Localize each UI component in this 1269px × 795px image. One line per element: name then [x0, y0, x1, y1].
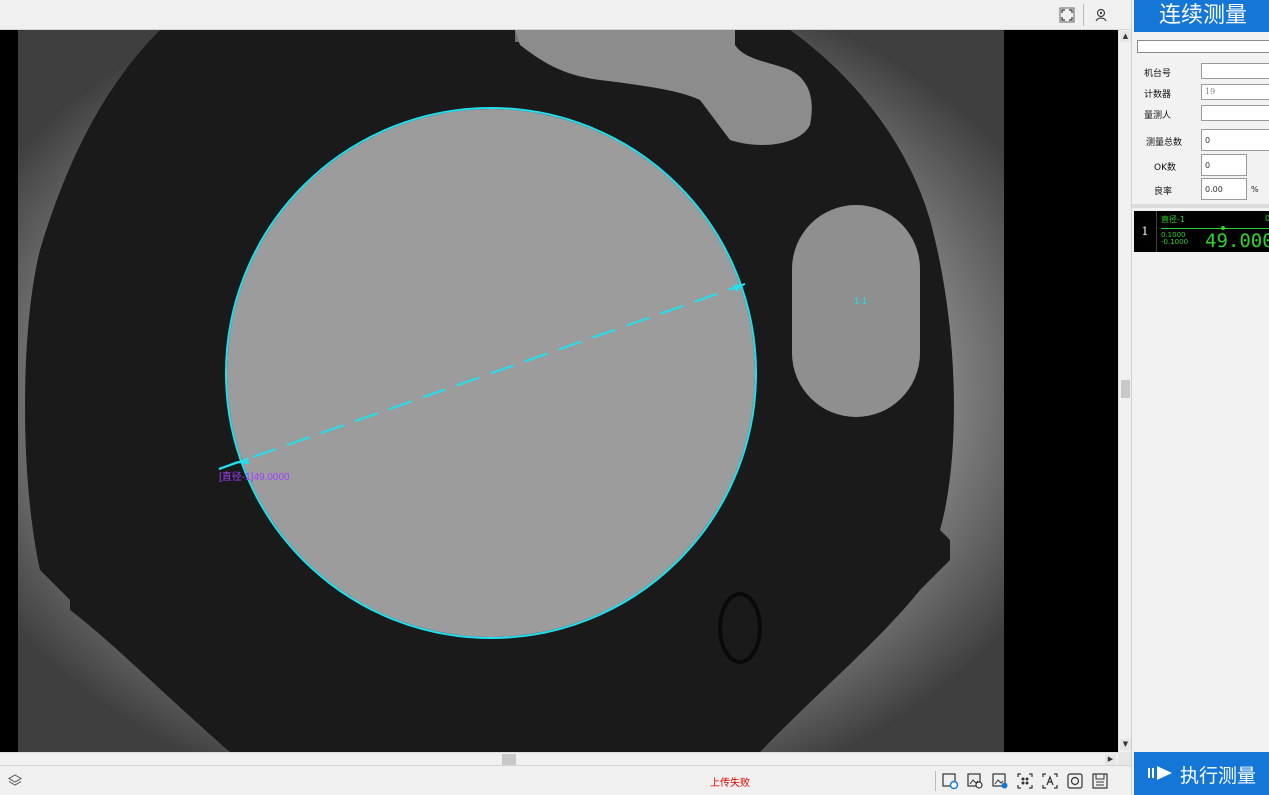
- machine-input[interactable]: [1201, 63, 1269, 79]
- result-name: 直径-1: [1161, 215, 1185, 224]
- image-settings-icon[interactable]: [991, 772, 1009, 790]
- top-input-field[interactable]: [1137, 40, 1269, 53]
- right-panel: 连续测量 机台号 计数器 19 量测人 测量总数 0 OK数 0 良率 0.00…: [1131, 0, 1269, 795]
- zoom-image-icon[interactable]: [966, 772, 984, 790]
- form-row-total: 测量总数 0: [1132, 128, 1269, 152]
- result-item[interactable]: 1 直径-1 0 0.1000 -0.1000 49.000: [1134, 211, 1269, 252]
- scroll-down-icon[interactable]: ▼: [1120, 739, 1131, 750]
- roi-label[interactable]: 1-1: [854, 296, 867, 306]
- ok-input[interactable]: 0: [1201, 154, 1247, 176]
- status-separator: [935, 771, 936, 791]
- form-row-operator: 量测人: [1132, 104, 1269, 124]
- ok-label: OK数: [1154, 163, 1176, 173]
- vertical-scroll-thumb[interactable]: [1121, 380, 1130, 398]
- result-flag: 0: [1265, 214, 1269, 223]
- operator-label: 量测人: [1144, 111, 1172, 121]
- vertical-scrollbar[interactable]: ▲ ▼: [1118, 30, 1131, 752]
- counter-label: 计数器: [1144, 90, 1172, 100]
- save-icon[interactable]: [1091, 772, 1109, 790]
- form-row-ok: OK数 0: [1132, 153, 1269, 177]
- pin-icon[interactable]: [1091, 5, 1111, 25]
- status-bar: 上传失败: [0, 765, 1131, 795]
- panel-divider: [1132, 204, 1269, 208]
- text-recognize-icon[interactable]: [1041, 772, 1059, 790]
- app-window: [直径-1]49.0000 1-1 ▲ ▼ ▶ 上传失败 连续测量 机台号 计数…: [0, 0, 1269, 795]
- grid-icon[interactable]: [1016, 772, 1034, 790]
- operator-input[interactable]: [1201, 105, 1269, 121]
- fullscreen-icon[interactable]: [1057, 5, 1077, 25]
- play-icon: [1148, 766, 1172, 780]
- horizontal-scrollbar[interactable]: ▶: [0, 752, 1118, 765]
- layers-icon[interactable]: [7, 773, 23, 789]
- camera-icon[interactable]: [1066, 772, 1084, 790]
- machine-label: 机台号: [1144, 69, 1172, 79]
- horizontal-scroll-thumb[interactable]: [502, 754, 516, 765]
- total-label: 测量总数: [1146, 138, 1183, 148]
- image-viewer[interactable]: [直径-1]49.0000 1-1: [0, 30, 1118, 752]
- form-row-yield: 良率 0.00: [1132, 177, 1269, 201]
- run-measure-button[interactable]: 执行测量: [1134, 752, 1269, 795]
- measure-label[interactable]: [直径-1]49.0000: [219, 470, 290, 483]
- panel-title: 连续测量: [1134, 0, 1269, 32]
- result-lower-tolerance: -0.1000: [1161, 238, 1189, 246]
- yield-label: 良率: [1154, 187, 1173, 197]
- form-row-counter: 计数器 19: [1132, 83, 1269, 103]
- toolbar-separator: [1083, 4, 1084, 26]
- counter-input[interactable]: 19: [1201, 84, 1269, 100]
- run-measure-label: 执行测量: [1180, 765, 1257, 787]
- status-message: 上传失败: [710, 778, 750, 789]
- scroll-corner: [1118, 752, 1131, 765]
- scroll-up-icon[interactable]: ▲: [1120, 31, 1131, 42]
- total-input[interactable]: 0: [1201, 129, 1269, 151]
- slot-hole: [792, 205, 920, 417]
- top-toolbar: [0, 0, 1131, 30]
- form-row-machine: 机台号: [1132, 62, 1269, 82]
- percent-unit: %: [1251, 185, 1259, 194]
- result-tolerance-bar: [1161, 228, 1269, 229]
- result-value: 49.000: [1205, 230, 1269, 252]
- result-index: 1: [1134, 211, 1157, 252]
- roi-icon[interactable]: [941, 772, 959, 790]
- scroll-right-icon[interactable]: ▶: [1105, 754, 1116, 765]
- yield-input[interactable]: 0.00: [1201, 178, 1247, 200]
